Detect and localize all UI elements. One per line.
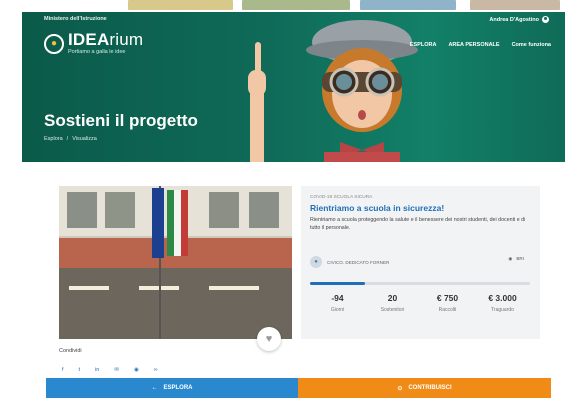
stat-value: € 3.000 xyxy=(488,293,517,303)
logo-name-light: rium xyxy=(109,30,144,49)
idearium-logo[interactable]: ● IDEArium Portiamo a galla le idee xyxy=(44,30,144,55)
user-name: Andrea D'Agostino xyxy=(489,16,539,23)
main-nav: ESPLORA AREA PERSONALE Come funziona xyxy=(410,42,551,48)
explore-button-label: ESPLORA xyxy=(163,385,193,391)
project-info-panel: COVID-19 SCUOLA SICURA Rientriamo a scuo… xyxy=(301,186,540,339)
stat-label: Raccolti xyxy=(438,307,457,313)
nav-area-personale[interactable]: AREA PERSONALE xyxy=(448,42,499,48)
link-icon[interactable]: ∞ xyxy=(154,367,158,373)
lightbulb-icon: ● xyxy=(44,33,64,54)
stat-label: Giorni xyxy=(330,307,345,313)
stat-days: -94 Giorni xyxy=(310,293,365,313)
thumbnail xyxy=(242,0,350,10)
stat-value: € 750 xyxy=(436,293,459,303)
email-icon[interactable]: ✉ xyxy=(114,367,119,373)
user-menu[interactable]: Andrea D'Agostino xyxy=(489,16,549,23)
stat-goal: € 3.000 Traguardo xyxy=(475,293,530,313)
breadcrumb: Esplora / Visualizza xyxy=(44,136,97,142)
project-description: Rientriamo a scuola proteggendo la salut… xyxy=(310,217,526,231)
funding-progress-fill xyxy=(310,282,365,285)
stat-label: Traguardo xyxy=(491,307,514,313)
stat-label: Sostenitori xyxy=(380,307,405,313)
funding-progress-bar xyxy=(310,282,530,285)
hero-illustration xyxy=(248,20,418,162)
school-info[interactable]: ● CIVICO. DEDICATO FORNER xyxy=(310,256,389,268)
page-title: Sostieni il progetto xyxy=(44,111,198,130)
location: ◉ BRI xyxy=(508,256,524,262)
explore-button[interactable]: ← ESPLORA xyxy=(46,378,298,398)
ministry-label: Ministero dell'Istruzione xyxy=(44,16,107,22)
school-icon: ● xyxy=(310,256,322,268)
top-image-strip xyxy=(0,0,565,12)
contribute-icon: ⊙ xyxy=(397,385,403,392)
stat-value: 20 xyxy=(387,293,398,303)
facebook-icon[interactable]: f xyxy=(62,367,64,373)
stat-raised: € 750 Raccolti xyxy=(420,293,475,313)
breadcrumb-visualizza: Visualizza xyxy=(72,136,97,142)
nav-come-funziona[interactable]: Come funziona xyxy=(512,42,551,48)
project-stats: -94 Giorni 20 Sostenitori € 750 Raccolti… xyxy=(310,293,530,313)
contribute-button[interactable]: ⊙ CONTRIBUISCI xyxy=(298,378,551,398)
logo-tagline: Portiamo a galla le idee xyxy=(68,49,126,55)
thumbnail xyxy=(470,0,560,10)
logo-name-bold: IDEA xyxy=(68,30,110,49)
school-building-image xyxy=(59,186,292,339)
hero-banner: Ministero dell'Istruzione Andrea D'Agost… xyxy=(22,12,565,162)
project-photo xyxy=(59,186,292,339)
share-label: Condividi xyxy=(59,348,82,354)
twitter-icon[interactable]: t xyxy=(79,367,81,373)
thumbnail xyxy=(360,0,456,10)
arrow-left-icon: ← xyxy=(151,385,158,391)
like-heart-button[interactable]: ♥ xyxy=(257,327,281,351)
user-icon xyxy=(542,16,549,23)
share-icons: f t in ✉ ◉ ∞ xyxy=(62,367,158,373)
breadcrumb-esplora[interactable]: Esplora xyxy=(44,136,63,142)
breadcrumb-separator: / xyxy=(66,136,69,142)
nav-esplora[interactable]: ESPLORA xyxy=(410,42,437,48)
linkedin-icon[interactable]: in xyxy=(95,367,99,373)
stat-value: -94 xyxy=(331,293,344,303)
location-label: BRI xyxy=(516,256,524,261)
messenger-icon[interactable]: ◉ xyxy=(134,367,139,373)
thumbnail xyxy=(128,0,233,10)
stat-supporters: 20 Sostenitori xyxy=(365,293,420,313)
map-pin-icon: ◉ xyxy=(508,256,513,261)
school-name: CIVICO. DEDICATO FORNER xyxy=(327,259,390,265)
project-title: Rientriamo a scuola in sicurezza! xyxy=(310,203,445,213)
contribute-button-label: CONTRIBUISCI xyxy=(408,385,452,391)
project-category: COVID-19 SCUOLA SICURA xyxy=(310,195,373,200)
